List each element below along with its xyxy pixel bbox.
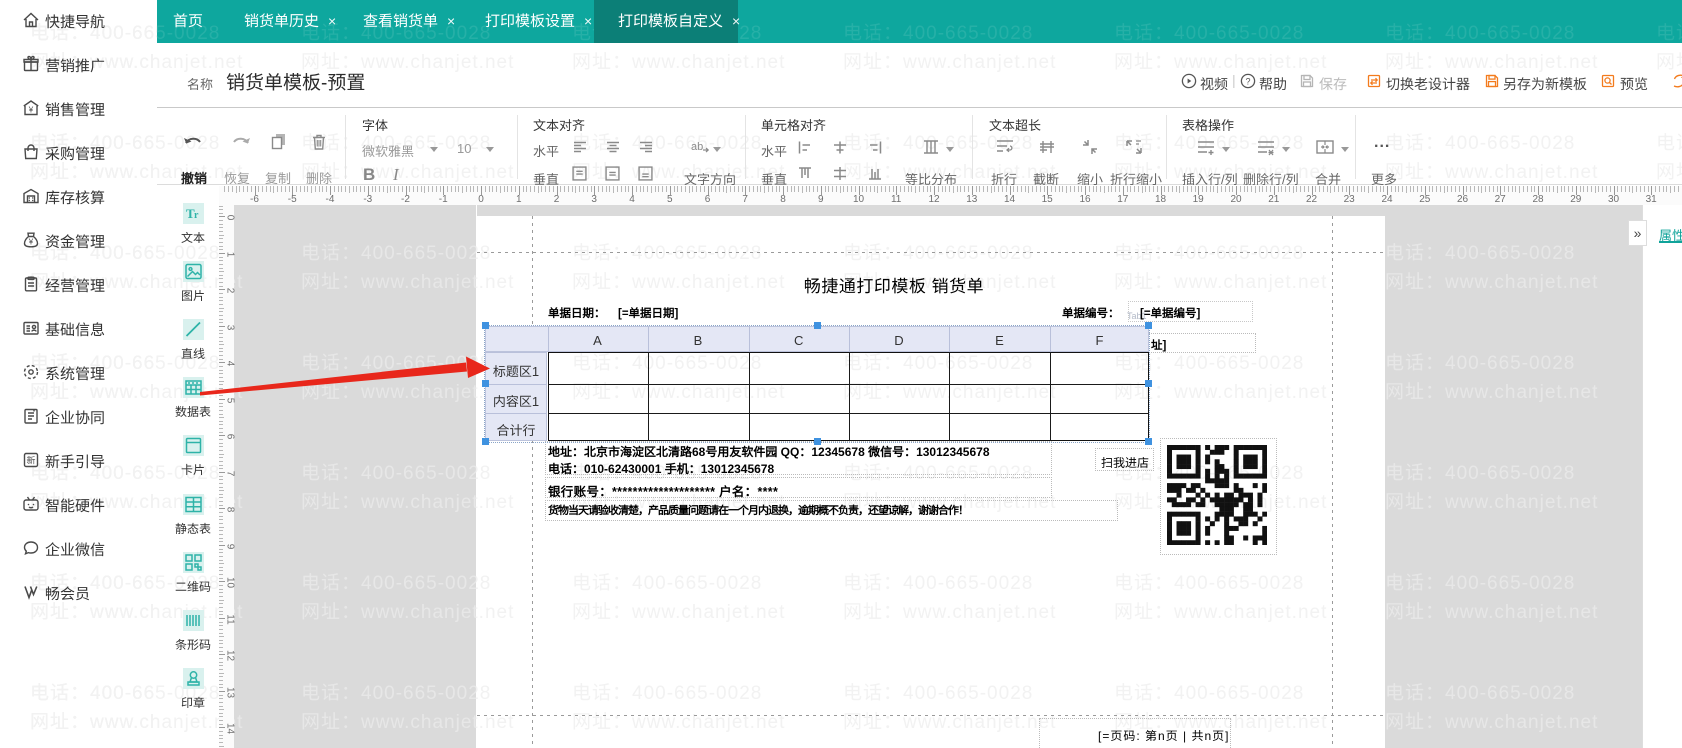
svg-text:ab: ab [691,141,703,153]
svg-text:¥: ¥ [28,237,34,246]
svg-text:?: ? [1245,76,1250,86]
svg-text:r: r [194,210,199,221]
svg-text:¥: ¥ [28,106,34,115]
svg-text:新: 新 [26,456,35,466]
